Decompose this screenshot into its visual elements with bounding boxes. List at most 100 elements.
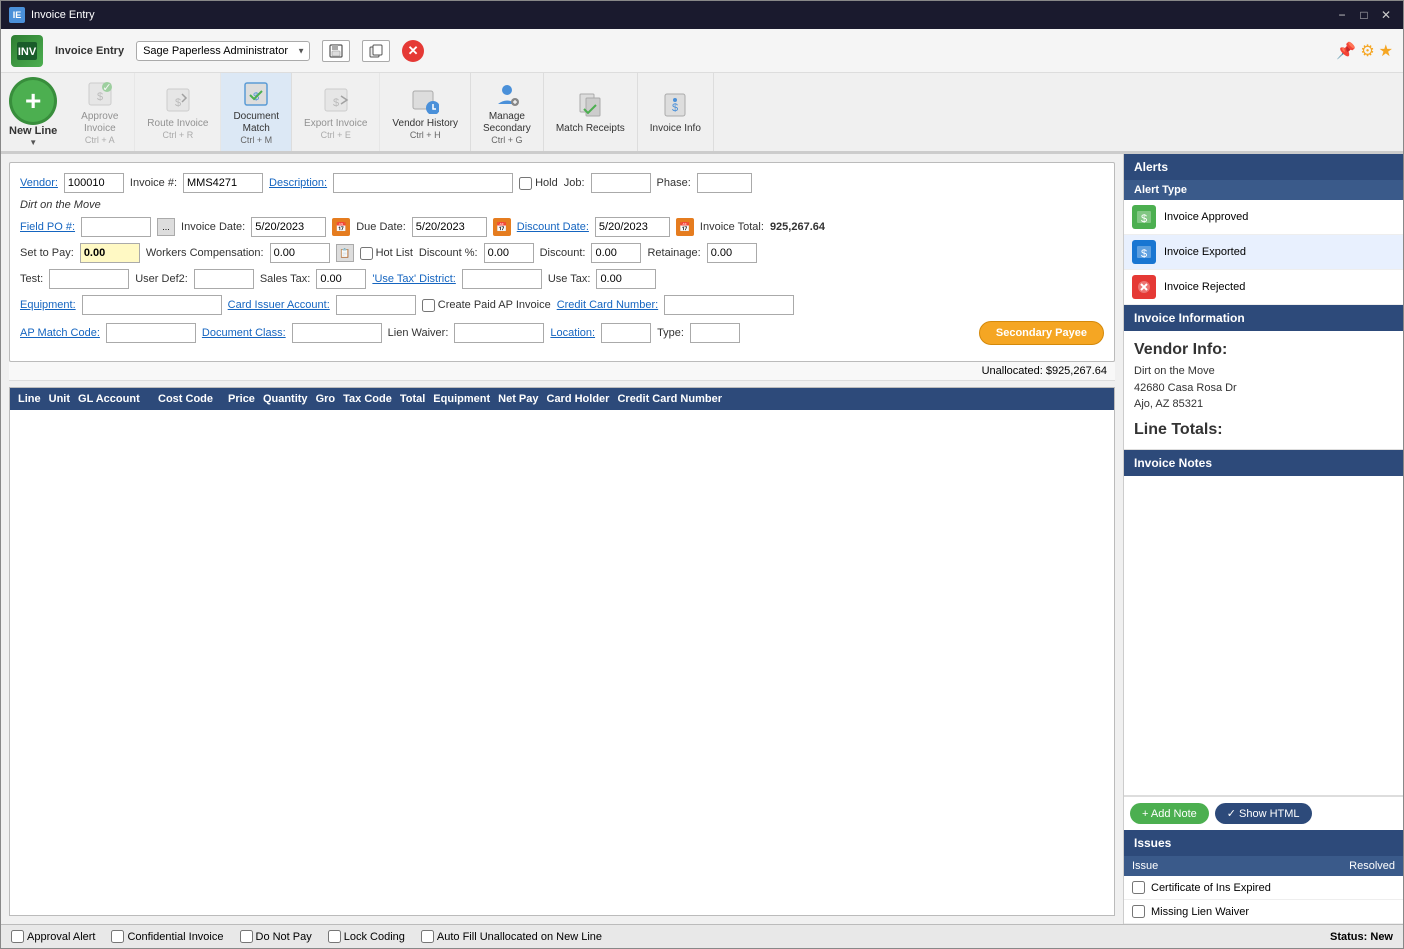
invoice-date-label: Invoice Date:: [181, 221, 245, 233]
vendor-history-button[interactable]: Vendor History Ctrl + H: [380, 73, 471, 151]
auto-fill-checkbox[interactable]: [421, 930, 434, 943]
close-button[interactable]: ✕: [1377, 6, 1395, 24]
minimize-button[interactable]: −: [1333, 6, 1351, 24]
due-date-input[interactable]: [412, 217, 487, 237]
gear-icon[interactable]: ⚙: [1360, 41, 1374, 61]
issue-cert-checkbox[interactable]: [1132, 881, 1145, 894]
sales-tax-input[interactable]: [316, 269, 366, 289]
user-dropdown[interactable]: Sage Paperless Administrator: [136, 41, 310, 61]
field-po-button[interactable]: ...: [157, 218, 175, 236]
equipment-label[interactable]: Equipment:: [20, 299, 76, 311]
table-header-row: Line Unit GL Account Cost Code Price Qua…: [10, 388, 1114, 410]
workers-comp-input[interactable]: [270, 243, 330, 263]
match-receipts-icon: [574, 89, 606, 121]
discount-date-label[interactable]: Discount Date:: [517, 221, 589, 233]
credit-card-input[interactable]: [664, 295, 794, 315]
add-note-button[interactable]: + Add Note: [1130, 803, 1209, 824]
use-tax-district-input[interactable]: [462, 269, 542, 289]
unallocated-label: Unallocated:: [982, 365, 1043, 377]
due-date-calendar-icon[interactable]: 📅: [493, 218, 511, 236]
type-input[interactable]: [690, 323, 740, 343]
document-class-label[interactable]: Document Class:: [202, 327, 286, 339]
use-tax-input[interactable]: [596, 269, 656, 289]
lien-waiver-input[interactable]: [454, 323, 544, 343]
issue-lien-checkbox[interactable]: [1132, 905, 1145, 918]
show-html-button[interactable]: ✓ Show HTML: [1215, 803, 1312, 824]
new-line-button[interactable]: + New Line ▼: [1, 73, 65, 151]
card-issuer-input[interactable]: [336, 295, 416, 315]
lock-coding-checkbox[interactable]: [328, 930, 341, 943]
description-label[interactable]: Description:: [269, 177, 327, 189]
vendor-input[interactable]: [64, 173, 124, 193]
card-issuer-label[interactable]: Card Issuer Account:: [228, 299, 330, 311]
pin-icon[interactable]: 📌: [1336, 41, 1356, 61]
hot-list-checkbox[interactable]: [360, 247, 373, 260]
document-match-button[interactable]: $ DocumentMatch Ctrl + M: [221, 73, 292, 151]
route-invoice-button[interactable]: $ Route Invoice Ctrl + R: [135, 73, 221, 151]
field-po-input[interactable]: [81, 217, 151, 237]
star-icon[interactable]: ★: [1379, 41, 1393, 61]
retainage-input[interactable]: [707, 243, 757, 263]
equipment-input[interactable]: [82, 295, 222, 315]
phase-input[interactable]: [697, 173, 752, 193]
description-input[interactable]: [333, 173, 513, 193]
alert-row-rejected[interactable]: Invoice Rejected: [1124, 270, 1403, 305]
discount-pct-label: Discount %:: [419, 247, 478, 259]
notes-area[interactable]: [1124, 476, 1403, 797]
job-label: Job:: [564, 177, 585, 189]
match-receipts-button[interactable]: Match Receipts: [544, 73, 638, 151]
field-po-label[interactable]: Field PO #:: [20, 221, 75, 233]
manage-secondary-button[interactable]: ManageSecondary Ctrl + G: [471, 73, 544, 151]
alerts-section: Alerts Alert Type $ Invoice Approved: [1124, 154, 1403, 305]
discount-input[interactable]: [591, 243, 641, 263]
cancel-button[interactable]: ✕: [402, 40, 424, 62]
user-def2-input[interactable]: [194, 269, 254, 289]
create-paid-ap-checkbox[interactable]: [422, 299, 435, 312]
line-totals-title: Line Totals:: [1134, 421, 1393, 439]
credit-card-label[interactable]: Credit Card Number:: [557, 299, 658, 311]
discount-pct-input[interactable]: [484, 243, 534, 263]
ap-match-label[interactable]: AP Match Code:: [20, 327, 100, 339]
vendor-label[interactable]: Vendor:: [20, 177, 58, 189]
restore-button[interactable]: □: [1355, 6, 1373, 24]
duplicate-button[interactable]: [362, 40, 390, 62]
col-tax-code: Tax Code: [339, 391, 396, 407]
document-class-input[interactable]: [292, 323, 382, 343]
do-not-pay-checkbox[interactable]: [240, 930, 253, 943]
confidential-invoice-checkbox[interactable]: [111, 930, 124, 943]
discount-date-calendar-icon[interactable]: 📅: [676, 218, 694, 236]
test-input[interactable]: [49, 269, 129, 289]
location-label[interactable]: Location:: [550, 327, 595, 339]
job-input[interactable]: [591, 173, 651, 193]
invoice-info-button[interactable]: $ Invoice Info: [638, 73, 714, 151]
app-icon: INV: [11, 35, 43, 67]
user-select-wrap: Sage Paperless Administrator: [136, 41, 310, 61]
workers-comp-button[interactable]: 📋: [336, 244, 354, 262]
invoice-date-calendar-icon[interactable]: 📅: [332, 218, 350, 236]
invoice-date-input[interactable]: [251, 217, 326, 237]
discount-date-input[interactable]: [595, 217, 670, 237]
invoice-num-input[interactable]: [183, 173, 263, 193]
export-invoice-button[interactable]: $ Export Invoice Ctrl + E: [292, 73, 380, 151]
use-tax-district-label[interactable]: 'Use Tax' District:: [372, 273, 455, 285]
lock-coding-item: Lock Coding: [328, 930, 405, 943]
vendor-history-icon: [409, 84, 441, 116]
window-title: Invoice Entry: [31, 9, 95, 21]
alert-row-approved[interactable]: $ Invoice Approved: [1124, 200, 1403, 235]
form-row-6: AP Match Code: Document Class: Lien Waiv…: [20, 321, 1104, 345]
status-right: Status: New: [1330, 931, 1393, 943]
set-to-pay-input[interactable]: [80, 243, 140, 263]
hold-checkbox[interactable]: [519, 177, 532, 190]
vendor-info-title: Vendor Info:: [1134, 341, 1393, 359]
ap-match-input[interactable]: [106, 323, 196, 343]
col-price: Price: [224, 391, 259, 407]
save-button[interactable]: [322, 40, 350, 62]
alert-row-exported[interactable]: $ Invoice Exported: [1124, 235, 1403, 270]
location-input[interactable]: [601, 323, 651, 343]
confidential-invoice-label: Confidential Invoice: [127, 931, 223, 943]
sidebar-scroll[interactable]: Vendor Info: Dirt on the Move 42680 Casa…: [1124, 331, 1403, 924]
secondary-payee-button[interactable]: Secondary Payee: [979, 321, 1104, 345]
approve-invoice-button[interactable]: $ ✓ ApproveInvoice Ctrl + A: [65, 73, 135, 151]
approval-alert-checkbox[interactable]: [11, 930, 24, 943]
discount-label: Discount:: [540, 247, 586, 259]
